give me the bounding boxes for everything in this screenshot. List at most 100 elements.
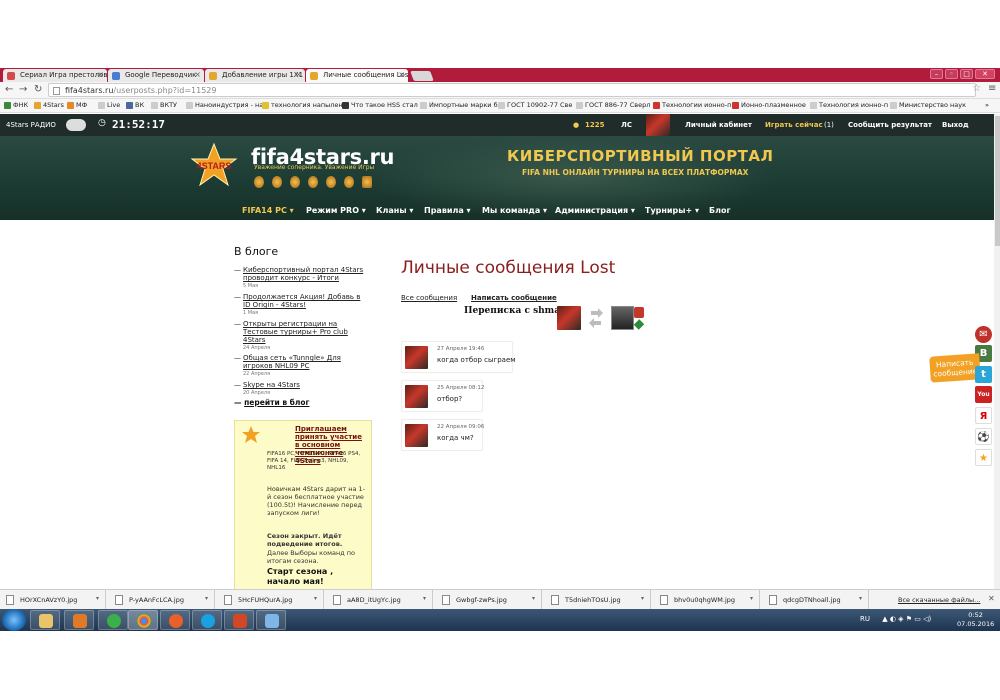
play-now-link[interactable]: Играть сейчас [765,121,823,129]
back-icon[interactable]: ← [5,84,13,95]
new-tab-button[interactable] [410,71,434,81]
blog-link[interactable]: Киберспортивный портал 4Stars проводит к… [243,266,369,282]
twitter-icon[interactable]: t [975,366,992,383]
avatar[interactable] [405,346,428,369]
download-item[interactable]: bhv0u0qhgWM.jpg ▾ [654,590,760,609]
nav-tournaments[interactable]: Турниры+ ▾ [645,206,699,215]
yandex-icon[interactable]: Я [975,407,992,424]
blog-link[interactable]: Продолжается Акция! Добавь в ID Origin -… [243,293,369,309]
language-indicator[interactable]: RU [860,615,870,623]
blog-link[interactable]: Skype на 4Stars [243,381,369,389]
user-avatar[interactable] [646,114,670,136]
taskbar-explorer[interactable] [30,610,60,630]
nav-fifa14[interactable]: FIFA14 PC ▾ [242,206,294,215]
avatar[interactable] [405,424,428,447]
tab-2[interactable]: Google Переводчик × [108,69,204,82]
star-icon[interactable]: ★ [975,449,992,466]
tab-write-message[interactable]: Написать сообщение [471,294,557,302]
maximize-button[interactable]: □ [960,69,973,79]
radio-play-icon[interactable] [66,119,86,131]
mail-icon[interactable]: ✉ [975,326,992,343]
bookmark-item[interactable]: Технологии ионно-п [653,101,731,109]
nav-team[interactable]: Мы команда ▾ [482,206,547,215]
show-all-downloads-link[interactable]: Все скачанные файлы... [898,596,980,604]
tab-3[interactable]: Добавление игры 1Х1 о × [205,69,305,82]
download-item[interactable]: qdcgDTNhoall.jpg ▾ [763,590,869,609]
avatar[interactable] [557,306,581,330]
user-icon[interactable]: ◦ [945,69,958,79]
chevron-down-icon[interactable]: ▾ [314,595,317,602]
chevron-down-icon[interactable]: ▾ [750,595,753,602]
bookmark-item[interactable]: Ионно-плазменное [732,101,806,109]
chevron-down-icon[interactable]: ▾ [205,595,208,602]
youtube-icon[interactable]: You [975,386,992,403]
minimize-button[interactable]: – [930,69,943,79]
forward-icon[interactable]: → [19,84,27,95]
close-icon[interactable]: × [97,70,104,79]
nav-pro[interactable]: Режим PRO ▾ [306,206,366,215]
nav-clans[interactable]: Кланы ▾ [376,206,413,215]
write-message-button[interactable]: Написать сообщение [929,353,981,383]
ball-icon[interactable]: ⚽ [975,428,992,445]
bookmark-item[interactable]: 4Stars [34,101,64,109]
nav-admin[interactable]: Администрация ▾ [555,206,635,215]
menu-icon[interactable]: ≡ [988,83,996,94]
bookmark-item[interactable]: ВК [126,101,144,109]
logout-link[interactable]: Выход [942,121,969,129]
download-item[interactable]: T5dniehTOsU.jpg ▾ [545,590,651,609]
taskbar-media[interactable] [64,610,94,630]
taskbar-paint[interactable] [256,610,286,630]
download-item[interactable]: Gwbgf-zwPs.jpg ▾ [436,590,542,609]
reload-icon[interactable]: ↻ [34,84,42,95]
taskbar-powerpoint[interactable] [224,610,254,630]
address-bar[interactable]: fifa4stars.ru/userposts.php?id=11529 [48,83,976,97]
tray-icons[interactable]: ▲ ◐ ◈ ⚑ ▭ ◁) [882,615,931,623]
bookmark-item[interactable]: ГОСТ 10902-77 Све [498,101,572,109]
taskbar-skype[interactable] [192,610,222,630]
bookmarks-overflow-icon[interactable]: » [985,101,989,109]
close-icon[interactable]: × [295,70,302,79]
bookmark-item[interactable]: МФ [67,101,87,109]
scrollbar-thumb[interactable] [995,116,1000,246]
chevron-down-icon[interactable]: ▾ [641,595,644,602]
download-item[interactable]: P-yAAnFcLCA.jpg ▾ [109,590,215,609]
start-button[interactable] [2,609,26,631]
chevron-down-icon[interactable]: ▾ [96,595,99,602]
blog-link[interactable]: Открыты регистрации на Тестовые турниры+… [243,320,369,344]
bookmark-item[interactable]: ГОСТ 886-77 Сверл [576,101,650,109]
report-result-link[interactable]: Сообщить результат [848,121,932,129]
system-clock[interactable]: 0:52 07.05.2016 [957,611,994,629]
radio-label[interactable]: 4Stars РАДИО [6,121,56,129]
avatar[interactable] [611,306,645,330]
close-icon[interactable]: ✕ [988,594,995,603]
taskbar-app[interactable] [98,610,128,630]
download-item[interactable]: HOrXCnAVzY0.jpg ▾ [0,590,106,609]
bookmark-item[interactable]: ВКТУ [151,101,177,109]
bookmark-star-icon[interactable]: ☆ [972,83,981,94]
avatar[interactable] [405,385,428,408]
close-icon[interactable]: × [398,70,405,79]
nav-blog[interactable]: Блог [709,206,731,215]
tab-all-messages[interactable]: Все сообщения [401,294,457,302]
close-window-button[interactable]: ✕ [975,69,995,79]
download-item[interactable]: aA8D_itUgYc.jpg ▾ [327,590,433,609]
logo-star-icon[interactable]: 4STARS [190,142,238,188]
chevron-down-icon[interactable]: ▾ [423,595,426,602]
bookmark-item[interactable]: Министерство наук [890,101,966,109]
tab-1[interactable]: Сериал Игра престолов × [3,69,107,82]
close-icon[interactable]: × [194,70,201,79]
blog-more-link[interactable]: перейти в блог [244,398,309,407]
chevron-down-icon[interactable]: ▾ [859,595,862,602]
taskbar-chrome[interactable] [128,610,158,630]
ls-link[interactable]: ЛС [621,121,632,129]
bookmark-item[interactable]: Технология ионно-п [810,101,888,109]
nav-rules[interactable]: Правила ▾ [424,206,471,215]
bookmark-item[interactable]: Импортные марки б [420,101,498,109]
bookmark-item[interactable]: ФНК [4,101,28,109]
bookmark-item[interactable]: Live [98,101,120,109]
bookmark-item[interactable]: Наноиндустрия - на [186,101,263,109]
chevron-down-icon[interactable]: ▾ [532,595,535,602]
bookmark-item[interactable]: технология напылен [262,101,343,109]
download-item[interactable]: 5HcFUHQurA.jpg ▾ [218,590,324,609]
bookmark-item[interactable]: Что такое HSS стал [342,101,418,109]
